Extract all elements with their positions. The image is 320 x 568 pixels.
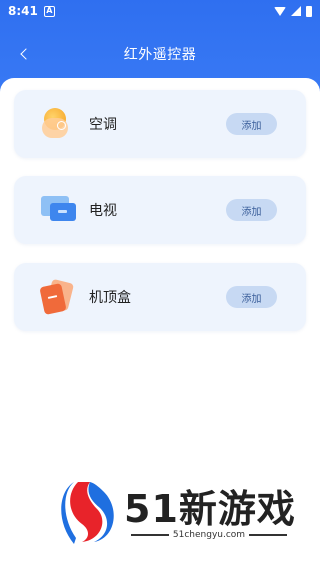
status-indicators xyxy=(274,5,312,17)
device-label: 空调 xyxy=(89,117,117,133)
notification-a-icon: A xyxy=(43,5,55,17)
status-bar: 8:41 A xyxy=(0,0,320,22)
add-air-conditioner-button[interactable]: 添加 xyxy=(226,113,277,135)
air-conditioner-icon xyxy=(38,104,78,144)
watermark-logo-icon xyxy=(61,482,114,544)
watermark-site: 51chengyu.com xyxy=(124,530,294,540)
chevron-left-icon xyxy=(20,48,32,60)
device-card-tv[interactable]: 电视 添加 xyxy=(14,176,306,244)
device-label: 机顶盒 xyxy=(89,290,131,306)
device-label: 电视 xyxy=(89,203,117,219)
device-card-air-conditioner[interactable]: 空调 添加 xyxy=(14,90,306,158)
nav-bar: 红外遥控器 xyxy=(0,34,320,74)
watermark: 51新游戏 51chengyu.com xyxy=(60,474,300,546)
signal-icon xyxy=(291,6,301,16)
watermark-brand: 51新游戏 xyxy=(124,487,296,531)
status-time: 8:41 xyxy=(8,4,38,18)
back-button[interactable] xyxy=(12,42,36,66)
device-card-set-top-box[interactable]: 机顶盒 添加 xyxy=(14,263,306,331)
tv-icon xyxy=(38,190,78,230)
add-tv-button[interactable]: 添加 xyxy=(226,199,277,221)
wifi-icon xyxy=(274,6,286,16)
set-top-box-icon xyxy=(38,277,78,317)
page-title: 红外遥控器 xyxy=(123,47,197,63)
battery-icon xyxy=(306,5,312,17)
add-set-top-box-button[interactable]: 添加 xyxy=(226,286,277,308)
